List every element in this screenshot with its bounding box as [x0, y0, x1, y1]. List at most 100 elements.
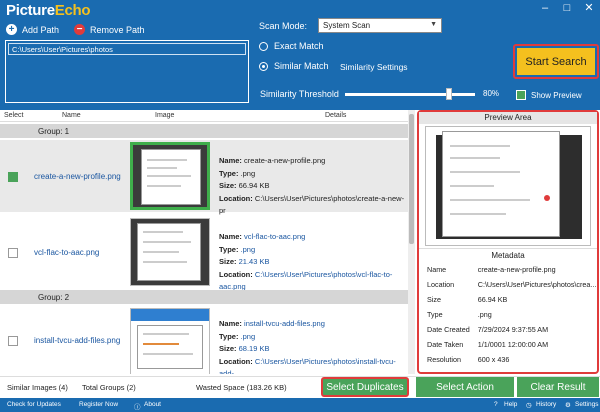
detail-type-label: Type:: [219, 168, 239, 178]
info-icon: ⓘ: [134, 404, 141, 411]
threshold-label: Similarity Threshold: [260, 89, 339, 99]
row-checkbox[interactable]: [8, 336, 18, 346]
file-details: Name: vcl-flac-to-aac.png Type: .png Siz…: [219, 231, 408, 294]
select-action-button[interactable]: Select Action: [416, 377, 514, 397]
results-scrollbar[interactable]: [408, 110, 415, 374]
similar-match-radio[interactable]: Similar Match: [259, 61, 329, 71]
preview-header: Preview Area: [419, 112, 597, 124]
meta-key: Date Created: [427, 325, 470, 334]
select-duplicates-button[interactable]: Select Duplicates: [321, 377, 409, 397]
meta-row: Type .png: [419, 307, 597, 322]
results-list[interactable]: Group: 1 create-a-new-profile.png Name: …: [0, 122, 408, 374]
meta-key: Size: [427, 295, 441, 304]
scan-mode-select[interactable]: System Scan ▼: [318, 18, 442, 33]
meta-key: Date Taken: [427, 340, 464, 349]
meta-value: 600 x 436: [477, 355, 510, 364]
path-item[interactable]: C:\Users\User\Pictures\photos: [8, 43, 246, 55]
top-panel: PictureEcho – □ ✕ + Add Path − Remove Pa…: [0, 0, 600, 110]
meta-value: C:\Users\User\Pictures\photos\crea...: [477, 280, 597, 289]
col-image: Image: [155, 112, 175, 119]
check-updates-link[interactable]: Check for Updates: [7, 401, 61, 408]
results-header: Select Name Image Details: [0, 110, 408, 122]
meta-row: Resolution 600 x 436: [419, 352, 597, 367]
meta-row: Name create-a-new-profile.png: [419, 262, 597, 277]
start-search-button[interactable]: Start Search: [517, 48, 595, 75]
meta-key: Type: [427, 310, 443, 319]
similar-images-count: Similar Images (4): [7, 383, 68, 392]
meta-value: create-a-new-profile.png: [477, 265, 556, 274]
meta-row: Date Created 7/29/2024 9:37:55 AM: [419, 322, 597, 337]
list-item[interactable]: create-a-new-profile.png Name: create-a-…: [0, 140, 408, 215]
remove-path-label: Remove Path: [90, 24, 145, 35]
detail-type-label: Type:: [219, 244, 239, 254]
settings-link[interactable]: Settings: [575, 401, 599, 408]
path-list[interactable]: C:\Users\User\Pictures\photos: [5, 40, 249, 103]
add-path-button[interactable]: + Add Path: [6, 24, 59, 35]
detail-location-label: Location:: [219, 269, 253, 279]
detail-location-label: Location:: [219, 193, 253, 203]
exact-match-radio[interactable]: Exact Match: [259, 41, 324, 51]
clear-result-button[interactable]: Clear Result: [517, 377, 599, 397]
detail-size-label: Size:: [219, 257, 237, 266]
col-name: Name: [62, 112, 81, 119]
close-icon[interactable]: ✕: [578, 0, 600, 16]
detail-size: 66.94 KB: [238, 181, 270, 190]
meta-value: 7/29/2024 9:37:55 AM: [477, 325, 549, 334]
radio-selected-icon: [259, 61, 268, 71]
file-name[interactable]: install-tvcu-add-files.png: [34, 336, 120, 345]
meta-value: .png: [477, 310, 492, 319]
similar-match-label: Similar Match: [274, 61, 329, 71]
total-groups-count: Total Groups (2): [82, 383, 136, 392]
show-preview-checkbox[interactable]: Show Preview: [516, 90, 582, 100]
file-name[interactable]: create-a-new-profile.png: [34, 172, 121, 181]
detail-name-label: Name:: [219, 232, 242, 241]
about-link[interactable]: About: [144, 401, 161, 408]
row-checkbox[interactable]: [8, 172, 18, 182]
show-preview-label: Show Preview: [531, 90, 582, 100]
plus-icon: +: [6, 24, 17, 35]
register-link[interactable]: Register Now: [79, 401, 118, 408]
thumbnail-image[interactable]: [130, 218, 210, 286]
threshold-slider[interactable]: [345, 88, 475, 100]
detail-name-label: Name:: [219, 319, 242, 328]
detail-name: create-a-new-profile.png: [244, 156, 326, 165]
row-checkbox[interactable]: [8, 248, 18, 258]
thumbnail-image[interactable]: [130, 142, 210, 210]
meta-value: 1/1/0001 12:00:00 AM: [477, 340, 549, 349]
scrollbar-thumb[interactable]: [409, 114, 414, 244]
group-header: Group: 1: [0, 124, 408, 138]
checkbox-checked-icon: [516, 90, 526, 100]
threshold-value: 80%: [483, 89, 500, 98]
preview-panel: Preview Area Metadata Name create-a-new-p…: [417, 110, 599, 374]
radio-icon: [259, 41, 268, 51]
exact-match-label: Exact Match: [274, 41, 324, 51]
detail-type: .png: [240, 168, 256, 178]
detail-name: vcl-flac-to-aac.png: [244, 232, 306, 241]
list-item[interactable]: vcl-flac-to-aac.png Name: vcl-flac-to-aa…: [0, 216, 408, 291]
detail-type: .png: [240, 331, 256, 341]
minus-icon: −: [74, 24, 85, 35]
meta-key: Resolution: [427, 355, 461, 364]
detail-size-label: Size:: [219, 181, 237, 190]
window-controls: – □ ✕: [534, 0, 600, 16]
file-name[interactable]: vcl-flac-to-aac.png: [34, 248, 99, 257]
help-link[interactable]: Help: [504, 401, 517, 408]
remove-path-button[interactable]: − Remove Path: [74, 24, 145, 35]
meta-key: Name: [427, 265, 447, 274]
similarity-settings-link[interactable]: Similarity Settings: [340, 62, 408, 72]
metadata-header: Metadata: [419, 248, 597, 262]
slider-thumb[interactable]: [446, 88, 452, 100]
minimize-icon[interactable]: –: [534, 0, 556, 16]
meta-value: 66.94 KB: [477, 295, 508, 304]
preview-image: [425, 126, 591, 246]
gear-icon: ⚙: [565, 402, 571, 409]
maximize-icon[interactable]: □: [556, 0, 578, 16]
list-item[interactable]: install-tvcu-add-files.png Name: install…: [0, 306, 408, 374]
meta-row: Location C:\Users\User\Pictures\photos\cr…: [419, 277, 597, 292]
chevron-down-icon: ▼: [430, 21, 437, 28]
meta-row: Date Taken 1/1/0001 12:00:00 AM: [419, 337, 597, 352]
history-link[interactable]: History: [536, 401, 556, 408]
meta-key: Location: [427, 280, 455, 289]
app-logo: PictureEcho: [6, 2, 91, 19]
thumbnail-image[interactable]: [130, 308, 210, 374]
